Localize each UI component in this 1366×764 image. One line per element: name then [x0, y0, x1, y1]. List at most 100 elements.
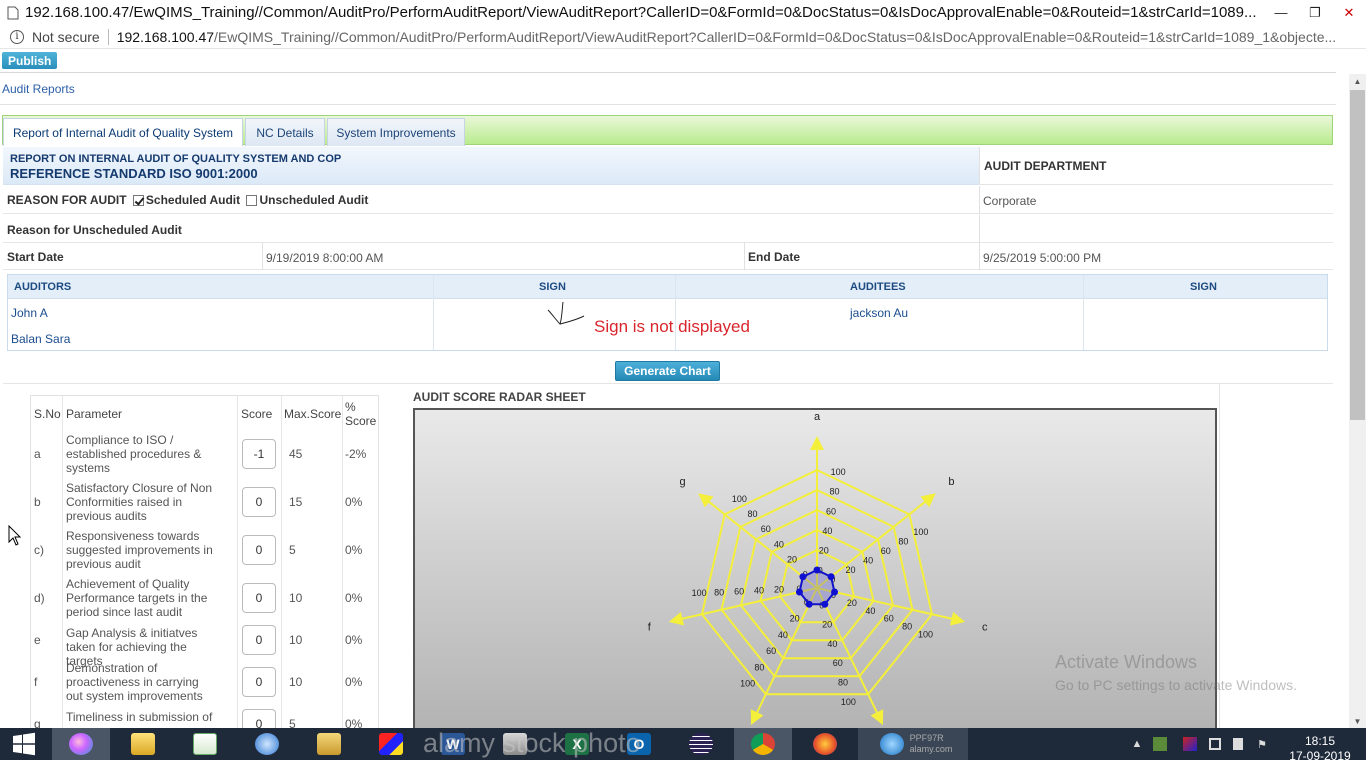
radar-tick-label: 100 — [692, 588, 707, 598]
close-button[interactable]: ✕ — [1332, 0, 1366, 25]
radar-tick-label: 100 — [740, 678, 755, 688]
radar-tick-label: 100 — [841, 697, 856, 707]
score-input[interactable]: 0 — [242, 583, 276, 613]
scroll-down-icon[interactable]: ▼ — [1349, 714, 1366, 728]
window-titlebar: 192.168.100.47/EwQIMS_Training//Common/A… — [0, 0, 1366, 25]
row-max-score: 15 — [289, 495, 303, 509]
radar-tick-label: 60 — [884, 614, 894, 624]
windows-logo-icon — [13, 732, 35, 756]
score-table: S.No Parameter Score Max.Score % Score a… — [30, 395, 379, 728]
taskbar-eclipse-icon[interactable] — [672, 728, 730, 760]
start-date-value: 9/19/2019 8:00:00 AM — [266, 251, 384, 265]
url-host: 192.168.100.47 — [116, 28, 215, 45]
auditor-name: John A — [11, 306, 48, 320]
radar-axis-label: b — [948, 476, 954, 488]
taskbar-paint-icon[interactable] — [52, 728, 110, 760]
tray-device-icon[interactable] — [1205, 728, 1225, 760]
radar-tick-label: 40 — [778, 630, 788, 640]
taskbar-folder-icon[interactable] — [300, 728, 358, 760]
scheduled-label: Scheduled Audit — [145, 193, 241, 207]
column-divider — [979, 243, 980, 270]
taskbar-app-icon[interactable] — [362, 728, 420, 760]
auditors-table: AUDITORS SIGN AUDITEES SIGN John A Balan… — [7, 274, 1328, 351]
radar-tick-label: 100 — [831, 467, 846, 477]
divider — [3, 383, 1333, 384]
taskbar-safari-icon[interactable] — [238, 728, 296, 760]
audit-department-header: AUDIT DEPARTMENT — [979, 147, 1333, 185]
score-input[interactable]: 0 — [242, 487, 276, 517]
radar-axis-arrow — [949, 611, 966, 626]
radar-data-point — [831, 588, 839, 596]
start-button[interactable] — [0, 728, 48, 760]
score-input[interactable]: 0 — [242, 535, 276, 565]
url-text[interactable]: 192.168.100.47/EwQIMS_Training//Common/A… — [117, 29, 1347, 45]
unscheduled-reason-row: Reason for Unscheduled Audit — [3, 215, 1333, 243]
radar-tick-label: 80 — [898, 537, 908, 547]
generate-chart-button[interactable]: Generate Chart — [615, 361, 720, 381]
clock-date: 17-09-2019 — [1289, 749, 1351, 763]
score-input[interactable]: 0 — [242, 709, 276, 728]
scheduled-checkbox[interactable] — [132, 195, 144, 207]
radar-data-point — [813, 566, 821, 574]
breadcrumb-audit-reports[interactable]: Audit Reports — [2, 82, 75, 96]
tray-network-icon[interactable] — [1150, 728, 1170, 760]
radar-tick-label: 80 — [714, 587, 724, 597]
radar-tick-label: 60 — [881, 546, 891, 556]
radar-tick-label: 20 — [847, 598, 857, 608]
scroll-up-icon[interactable]: ▲ — [1349, 74, 1366, 88]
radar-tick-label: 20 — [822, 620, 832, 630]
column-divider — [979, 186, 980, 214]
column-divider — [744, 243, 745, 270]
row-sno: e — [34, 633, 41, 647]
tray-flag-icon[interactable]: ⚑ — [1252, 728, 1272, 760]
column-divider — [433, 275, 434, 350]
row-max-score: 10 — [289, 675, 303, 689]
address-bar[interactable]: i Not secure 192.168.100.47/EwQIMS_Train… — [0, 25, 1366, 49]
scroll-thumb[interactable] — [1350, 90, 1365, 420]
unscheduled-checkbox[interactable] — [246, 195, 258, 207]
taskbar-firefox-icon[interactable] — [796, 728, 854, 760]
report-heading: REPORT ON INTERNAL AUDIT OF QUALITY SYST… — [3, 147, 979, 185]
divider — [0, 104, 1336, 105]
restore-button[interactable]: ❐ — [1298, 0, 1332, 25]
security-label: Not secure — [32, 28, 100, 45]
tray-volume-icon[interactable] — [1228, 728, 1248, 760]
taskbar-explorer-icon[interactable] — [114, 728, 172, 760]
column-divider — [281, 396, 282, 728]
row-parameter: Timeliness in submission of — [66, 710, 213, 724]
reason-row: REASON FOR AUDIT Scheduled Audit Unsched… — [3, 186, 1333, 214]
taskbar-ie-icon[interactable]: PPF97R alamy.com — [858, 728, 968, 760]
sno-header: S.No — [34, 407, 61, 421]
radar-tick-label: 60 — [826, 506, 836, 516]
end-date-label: End Date — [748, 250, 801, 264]
radar-tick-label: 20 — [845, 565, 855, 575]
taskbar-notepad-icon[interactable] — [176, 728, 234, 760]
row-percent-score: 0% — [345, 633, 363, 647]
radar-axis-arrow — [810, 436, 824, 450]
tray-app-icon[interactable] — [1180, 728, 1200, 760]
radar-tick-label: 80 — [838, 677, 848, 687]
row-max-score: 5 — [289, 717, 296, 728]
radar-tick-label: 80 — [754, 662, 764, 672]
column-divider — [342, 396, 343, 728]
score-input[interactable]: 0 — [242, 667, 276, 697]
page-scrollbar[interactable]: ▲ ▼ — [1349, 74, 1366, 728]
signature-mark-icon — [546, 300, 586, 331]
score-input[interactable]: -1 — [242, 439, 276, 469]
info-icon[interactable]: i — [10, 29, 24, 44]
auditees-header: AUDITEES — [850, 281, 906, 293]
tab-report-internal-audit[interactable]: Report of Internal Audit of Quality Syst… — [3, 118, 243, 146]
publish-button[interactable]: Publish — [2, 52, 58, 69]
tab-nc-details[interactable]: NC Details — [245, 118, 325, 146]
tab-system-improvements[interactable]: System Improvements — [327, 118, 465, 146]
auditee-name: jackson Au — [850, 306, 909, 320]
taskbar-chrome-icon[interactable] — [734, 728, 792, 760]
tray-chevron-icon[interactable]: ▲ — [1128, 728, 1146, 760]
ie-label-top: PPF97R — [909, 733, 944, 743]
start-date-label: Start Date — [7, 250, 64, 264]
minimize-button[interactable]: — — [1264, 0, 1298, 25]
row-parameter: Compliance to ISO / established procedur… — [66, 433, 202, 475]
radar-data-point — [805, 600, 813, 608]
score-input[interactable]: 0 — [242, 625, 276, 655]
stock-photo-overlay: alamy stock photo — [423, 728, 641, 758]
